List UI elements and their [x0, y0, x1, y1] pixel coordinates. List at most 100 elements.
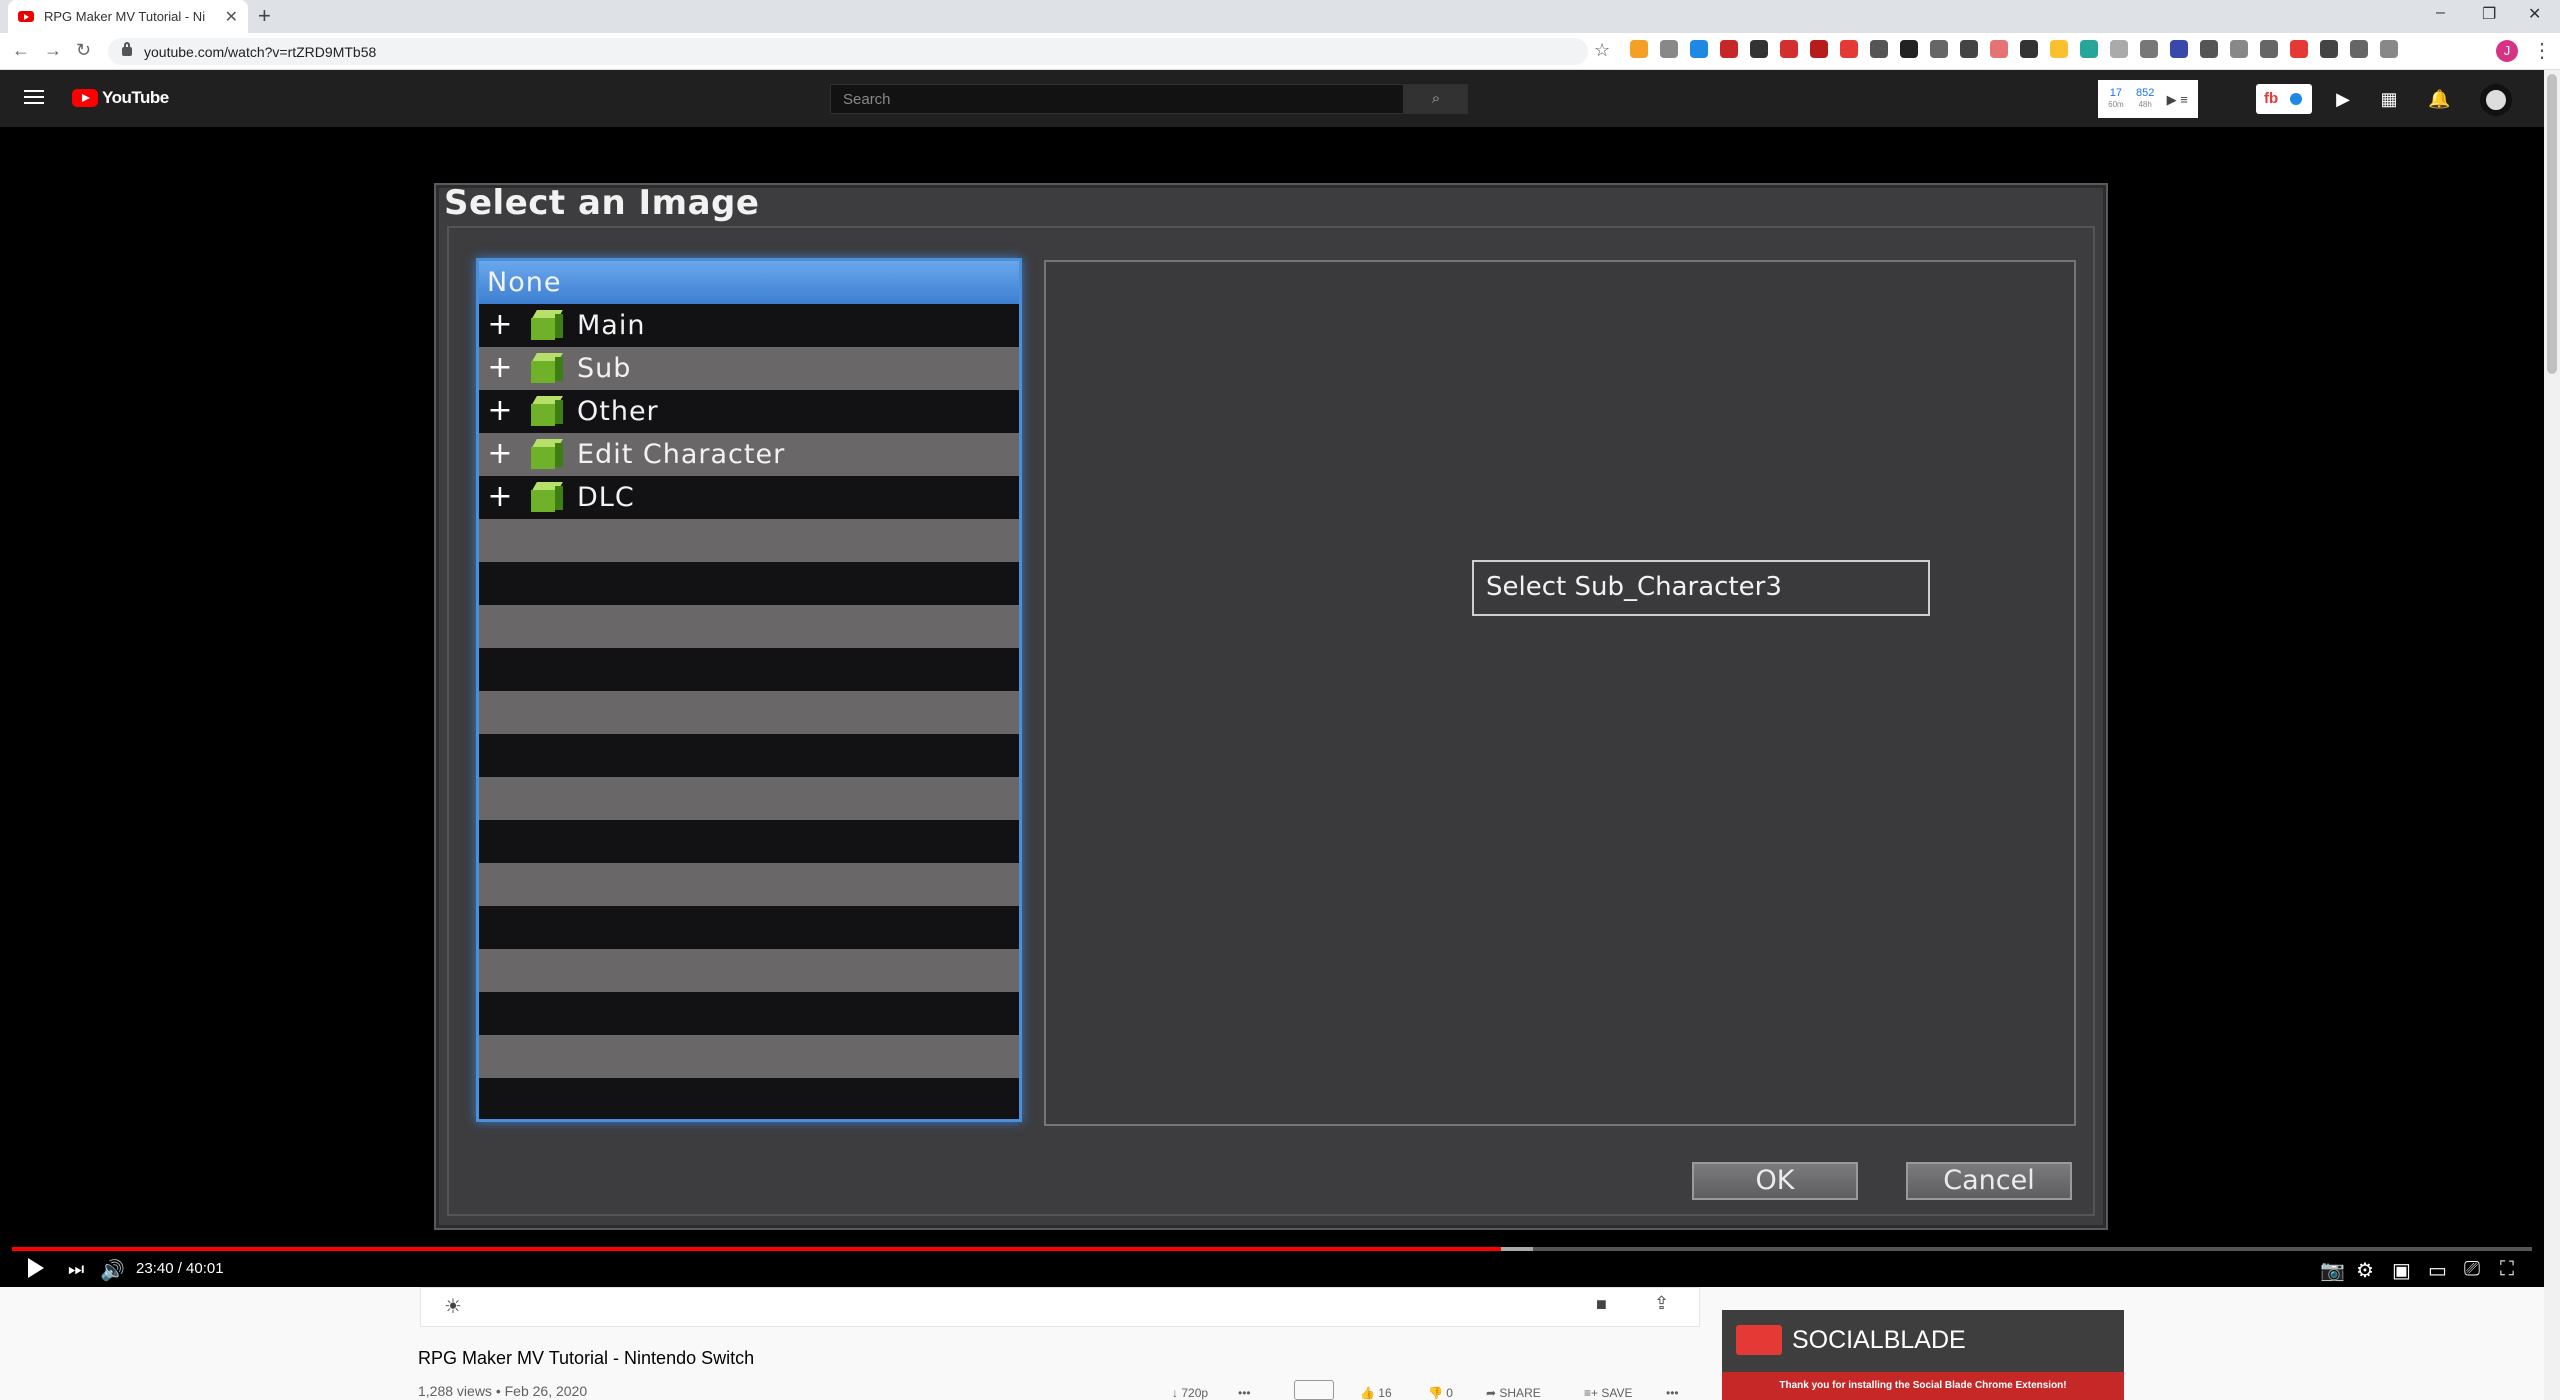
browser-tab-strip	[0, 0, 2560, 33]
extension-icon[interactable]	[2020, 40, 2038, 58]
image-folder-tree[interactable]: None + Main + Sub + Other + Edit Charact…	[476, 258, 1022, 1122]
expand-plus-icon[interactable]: +	[485, 438, 515, 470]
tab-title: RPG Maker MV Tutorial - Ni	[44, 9, 206, 24]
extension-icon[interactable]	[1690, 40, 1708, 58]
extension-button[interactable]	[1294, 1380, 1334, 1400]
expand-plus-icon[interactable]: +	[485, 352, 515, 384]
tree-item-other[interactable]: + Other	[479, 390, 1019, 433]
video-stats: 1,288 views • Feb 26, 2020	[418, 1383, 588, 1399]
extension-icon[interactable]	[2140, 40, 2158, 58]
restore-icon[interactable]: ❐	[2482, 4, 2496, 24]
hamburger-menu-icon[interactable]	[24, 90, 44, 104]
share-button[interactable]: ➦ SHARE	[1486, 1386, 1541, 1400]
volume-icon[interactable]: 🔊	[100, 1258, 125, 1283]
scrollbar-thumb[interactable]	[2547, 74, 2557, 374]
extension-icon[interactable]	[1750, 40, 1768, 58]
extension-icon[interactable]	[1840, 40, 1858, 58]
screenshot-camera-icon[interactable]: 📷	[2320, 1258, 2345, 1283]
save-button[interactable]: ≡+ SAVE	[1584, 1386, 1632, 1400]
search-button[interactable]: ⌕	[1404, 84, 1468, 114]
create-video-icon[interactable]: ▶	[2332, 88, 2354, 110]
more-actions-icon[interactable]: •••	[1666, 1386, 1679, 1400]
like-count: 16	[1378, 1386, 1392, 1400]
cast-icon[interactable]: ⎚	[2464, 1258, 2480, 1281]
dislike-button[interactable]: 👎 0	[1428, 1386, 1453, 1400]
image-preview-pane	[1044, 260, 2076, 1126]
share-out-icon[interactable]: ⇪	[1654, 1293, 1669, 1314]
minimize-icon[interactable]: –	[2436, 4, 2445, 22]
empty-row	[479, 691, 1019, 734]
next-video-icon[interactable]: ⏭	[68, 1259, 84, 1280]
theater-mode-icon[interactable]: ▭	[2428, 1258, 2447, 1283]
tree-item-main[interactable]: + Main	[479, 304, 1019, 347]
expand-plus-icon[interactable]: +	[485, 481, 515, 513]
play-icon[interactable]	[28, 1258, 44, 1278]
browser-menu-icon[interactable]: ⋮	[2532, 38, 2552, 63]
extension-icon[interactable]	[1660, 40, 1678, 58]
extension-icon[interactable]	[2170, 40, 2188, 58]
close-window-icon[interactable]: ✕	[2528, 4, 2541, 24]
tree-item-dlc[interactable]: + DLC	[479, 476, 1019, 519]
download-quality[interactable]: ↓ 720p	[1172, 1386, 1208, 1400]
forward-icon[interactable]: →	[44, 40, 62, 61]
stat-48h: 852 48h	[2135, 87, 2155, 110]
extension-icon[interactable]	[1630, 40, 1648, 58]
settings-gear-icon[interactable]: ⚙	[2356, 1258, 2374, 1283]
ok-button[interactable]: OK	[1692, 1162, 1858, 1200]
extension-icon[interactable]	[1720, 40, 1738, 58]
fullscreen-icon[interactable]: ⛶	[2500, 1258, 2514, 1281]
reload-icon[interactable]: ↻	[76, 40, 91, 61]
tree-item-edit-character[interactable]: + Edit Character	[479, 433, 1019, 476]
notifications-bell-icon[interactable]: 🔔	[2428, 88, 2450, 110]
address-bar[interactable]: youtube.com/watch?v=rtZRD9MTb58	[108, 38, 1588, 65]
video-title: RPG Maker MV Tutorial - Nintendo Switch	[418, 1348, 755, 1368]
empty-row	[479, 734, 1019, 777]
save-label: SAVE	[1601, 1386, 1633, 1400]
extension-icon[interactable]	[1870, 40, 1888, 58]
extension-icon[interactable]	[2290, 40, 2308, 58]
extension-icon[interactable]	[1990, 40, 2008, 58]
extension-icon[interactable]	[1810, 40, 1828, 58]
expand-plus-icon[interactable]: +	[485, 395, 515, 427]
more-icon[interactable]: •••	[1238, 1386, 1251, 1400]
account-avatar[interactable]	[2480, 84, 2512, 116]
extension-icon[interactable]	[2260, 40, 2278, 58]
extension-icon[interactable]	[2230, 40, 2248, 58]
cancel-button[interactable]: Cancel	[1906, 1162, 2072, 1200]
tree-item-sub[interactable]: + Sub	[479, 347, 1019, 390]
fb-widget[interactable]: fb	[2256, 84, 2312, 114]
extension-icon[interactable]	[2380, 40, 2398, 58]
tree-item-none[interactable]: None	[479, 261, 1019, 304]
miniplayer-icon[interactable]: ▣	[2392, 1258, 2411, 1283]
back-icon[interactable]: ←	[12, 40, 30, 61]
apps-grid-icon[interactable]: ▦	[2378, 88, 2400, 110]
like-button[interactable]: 👍 16	[1360, 1386, 1392, 1400]
empty-row	[479, 949, 1019, 992]
extension-icon[interactable]	[2350, 40, 2368, 58]
youtube-logo[interactable]: YouTube	[72, 88, 169, 108]
bookmark-star-icon[interactable]: ☆	[1594, 40, 1610, 61]
progress-played	[12, 1247, 1502, 1251]
brightness-icon[interactable]: ☀	[444, 1294, 462, 1319]
new-tab-icon[interactable]: +	[258, 3, 271, 29]
extension-icon[interactable]	[1960, 40, 1978, 58]
extension-icon[interactable]	[2320, 40, 2338, 58]
extension-icon[interactable]	[1900, 40, 1918, 58]
extension-icon[interactable]	[2080, 40, 2098, 58]
expand-plus-icon[interactable]: +	[485, 309, 515, 341]
close-tab-icon[interactable]: ✕	[225, 7, 238, 27]
search-input[interactable]: Search	[830, 84, 1404, 114]
extension-icon[interactable]	[1930, 40, 1948, 58]
tree-item-label: Other	[577, 396, 659, 427]
socialblade-stats-widget[interactable]: 17 60m 852 48h ▶ ≡	[2098, 80, 2198, 118]
extension-icon[interactable]	[2200, 40, 2218, 58]
socialblade-message: Thank you for installing the Social Blad…	[1722, 1372, 2124, 1400]
extension-icon[interactable]	[1780, 40, 1798, 58]
extension-icon[interactable]	[2050, 40, 2068, 58]
extension-icon[interactable]	[2110, 40, 2128, 58]
quality-label: 720p	[1181, 1386, 1209, 1400]
time-display: 23:40 / 40:01	[136, 1260, 224, 1277]
profile-avatar[interactable]: J	[2496, 40, 2518, 62]
browser-tab[interactable]: RPG Maker MV Tutorial - Ni ✕	[8, 0, 248, 33]
record-camera-icon[interactable]: ■	[1596, 1294, 1607, 1315]
